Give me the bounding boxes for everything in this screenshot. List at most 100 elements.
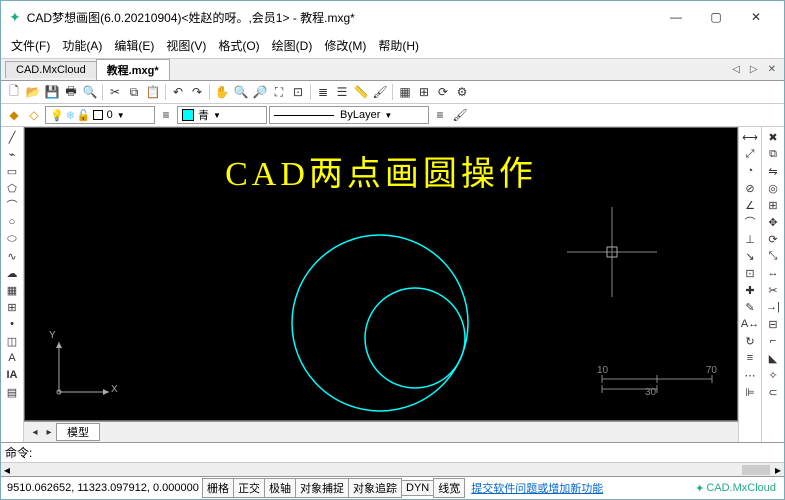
block-insert-icon[interactable]: ⊞ [3,299,21,315]
text-icon[interactable]: A [3,350,21,366]
print-icon[interactable]: 🖶 [62,83,80,101]
command-input[interactable] [34,445,780,461]
measure-icon[interactable]: 📏 [352,83,370,101]
point-icon[interactable]: • [3,316,21,332]
mirror-icon[interactable]: ⇋ [764,163,782,179]
new-icon[interactable]: 🗋 [5,83,23,101]
tab-tutorial[interactable]: 教程.mxg* [96,59,170,80]
tolerance-icon[interactable]: ⊡ [741,265,759,281]
menu-file[interactable]: 文件(F) [5,35,56,56]
menu-view[interactable]: 视图(V) [160,35,212,56]
layer-dropdown[interactable]: 💡 ❄ 🔓 0 ▼ [45,106,155,124]
menu-edit[interactable]: 编辑(E) [108,35,160,56]
menu-function[interactable]: 功能(A) [56,35,108,56]
feedback-link[interactable]: 提交软件问题或增加新功能 [471,480,603,496]
pan-icon[interactable]: ✋ [213,83,231,101]
zoom-window-icon[interactable]: ⛶ [270,83,288,101]
tab-prev-icon[interactable]: ◁ [728,64,744,75]
fillet-icon[interactable]: ⌐ [764,333,782,349]
tab-close-icon[interactable]: ✕ [764,64,780,75]
rotate-icon[interactable]: ⟳ [764,231,782,247]
status-osnap[interactable]: 对象捕捉 [295,478,349,498]
status-polar[interactable]: 极轴 [264,478,296,498]
matchprop-icon[interactable]: 🖌 [451,106,469,124]
rectangle-icon[interactable]: ▭ [3,163,21,179]
move-icon[interactable]: ✥ [764,214,782,230]
hatch-icon[interactable]: ▦ [3,282,21,298]
paste-icon[interactable]: 📋 [144,83,162,101]
scale-icon[interactable]: ⤡ [764,248,782,264]
dim-baseline-icon[interactable]: ⊫ [741,384,759,400]
dim-edit-icon[interactable]: ✎ [741,299,759,315]
dim-diameter-icon[interactable]: ⊘ [741,180,759,196]
save-icon[interactable]: 💾 [43,83,61,101]
paint-icon[interactable]: 🖌 [371,83,389,101]
stretch-icon[interactable]: ↔ [764,265,782,281]
break-icon[interactable]: ⊟ [764,316,782,332]
layer-manager-icon[interactable]: ≡ [157,106,175,124]
dim-linear-icon[interactable]: ⟷ [741,129,759,145]
settings-icon[interactable]: ⚙ [453,83,471,101]
status-dyn[interactable]: DYN [401,480,434,496]
spline-icon[interactable]: ∿ [3,248,21,264]
table-icon[interactable]: ▤ [3,384,21,400]
region-icon[interactable]: ◫ [3,333,21,349]
zoom-in-icon[interactable]: 🔍 [232,83,250,101]
regen-icon[interactable]: ⟳ [434,83,452,101]
line-icon[interactable]: ╱ [3,129,21,145]
tab-last-icon[interactable]: ▸ [42,427,56,438]
dim-ordinate-icon[interactable]: ⊥ [741,231,759,247]
leader-icon[interactable]: ↘ [741,248,759,264]
layer-panel-icon[interactable]: ◇ [25,106,43,124]
close-button[interactable]: ✕ [736,5,776,29]
layers-icon[interactable]: ≣ [314,83,332,101]
menu-modify[interactable]: 修改(M) [318,35,372,56]
dim-style-icon[interactable]: ≡ [741,350,759,366]
status-otrack[interactable]: 对象追踪 [348,478,402,498]
redo-icon[interactable]: ↷ [188,83,206,101]
linetype-dropdown[interactable]: ByLayer ▼ [269,106,429,124]
trim-icon[interactable]: ✂ [764,282,782,298]
copy2-icon[interactable]: ⧉ [764,146,782,162]
erase-icon[interactable]: ✖ [764,129,782,145]
tab-next-icon[interactable]: ▷ [746,64,762,75]
scroll-thumb[interactable] [742,465,770,475]
properties-icon[interactable]: ☰ [333,83,351,101]
join-icon[interactable]: ⊂ [764,384,782,400]
explode-icon[interactable]: ✧ [764,367,782,383]
block-icon[interactable]: ▦ [396,83,414,101]
model-tab[interactable]: 模型 [56,423,100,441]
cut-icon[interactable]: ✂ [106,83,124,101]
status-lwt[interactable]: 线宽 [433,478,465,498]
arc-icon[interactable]: ⌒ [3,197,21,213]
horizontal-scrollbar[interactable]: ◂ ▸ [1,462,784,476]
circle-icon[interactable]: ○ [3,214,21,230]
tab-first-icon[interactable]: ◂ [28,427,42,438]
lineweight-icon[interactable]: ≡ [431,106,449,124]
chamfer-icon[interactable]: ◣ [764,350,782,366]
center-mark-icon[interactable]: ✚ [741,282,759,298]
undo-icon[interactable]: ↶ [169,83,187,101]
layer-state-icon[interactable]: ◆ [5,106,23,124]
menu-format[interactable]: 格式(O) [212,35,265,56]
dim-aligned-icon[interactable]: ⤢ [741,146,759,162]
status-grid[interactable]: 栅格 [202,478,234,498]
dim-text-icon[interactable]: A↔ [741,316,759,332]
ellipse-icon[interactable]: ⬭ [3,231,21,247]
dim-continue-icon[interactable]: ⋯ [741,367,759,383]
scroll-left-icon[interactable]: ◂ [1,463,13,477]
open-icon[interactable]: 📂 [24,83,42,101]
zoom-extents-icon[interactable]: ⊡ [289,83,307,101]
tab-cloud[interactable]: CAD.MxCloud [5,61,97,78]
color-dropdown[interactable]: 青 ▼ [177,106,267,124]
dim-angular-icon[interactable]: ∠ [741,197,759,213]
polyline-icon[interactable]: ⌁ [3,146,21,162]
array-icon[interactable]: ⊞ [764,197,782,213]
preview-icon[interactable]: 🔍 [81,83,99,101]
extend-icon[interactable]: →| [764,299,782,315]
dim-radius-icon[interactable]: ◔ [741,163,759,179]
scroll-right-icon[interactable]: ▸ [772,463,784,477]
cloud-icon[interactable]: ☁ [3,265,21,281]
insert-icon[interactable]: ⊞ [415,83,433,101]
mtext-icon[interactable]: IA [3,367,21,383]
